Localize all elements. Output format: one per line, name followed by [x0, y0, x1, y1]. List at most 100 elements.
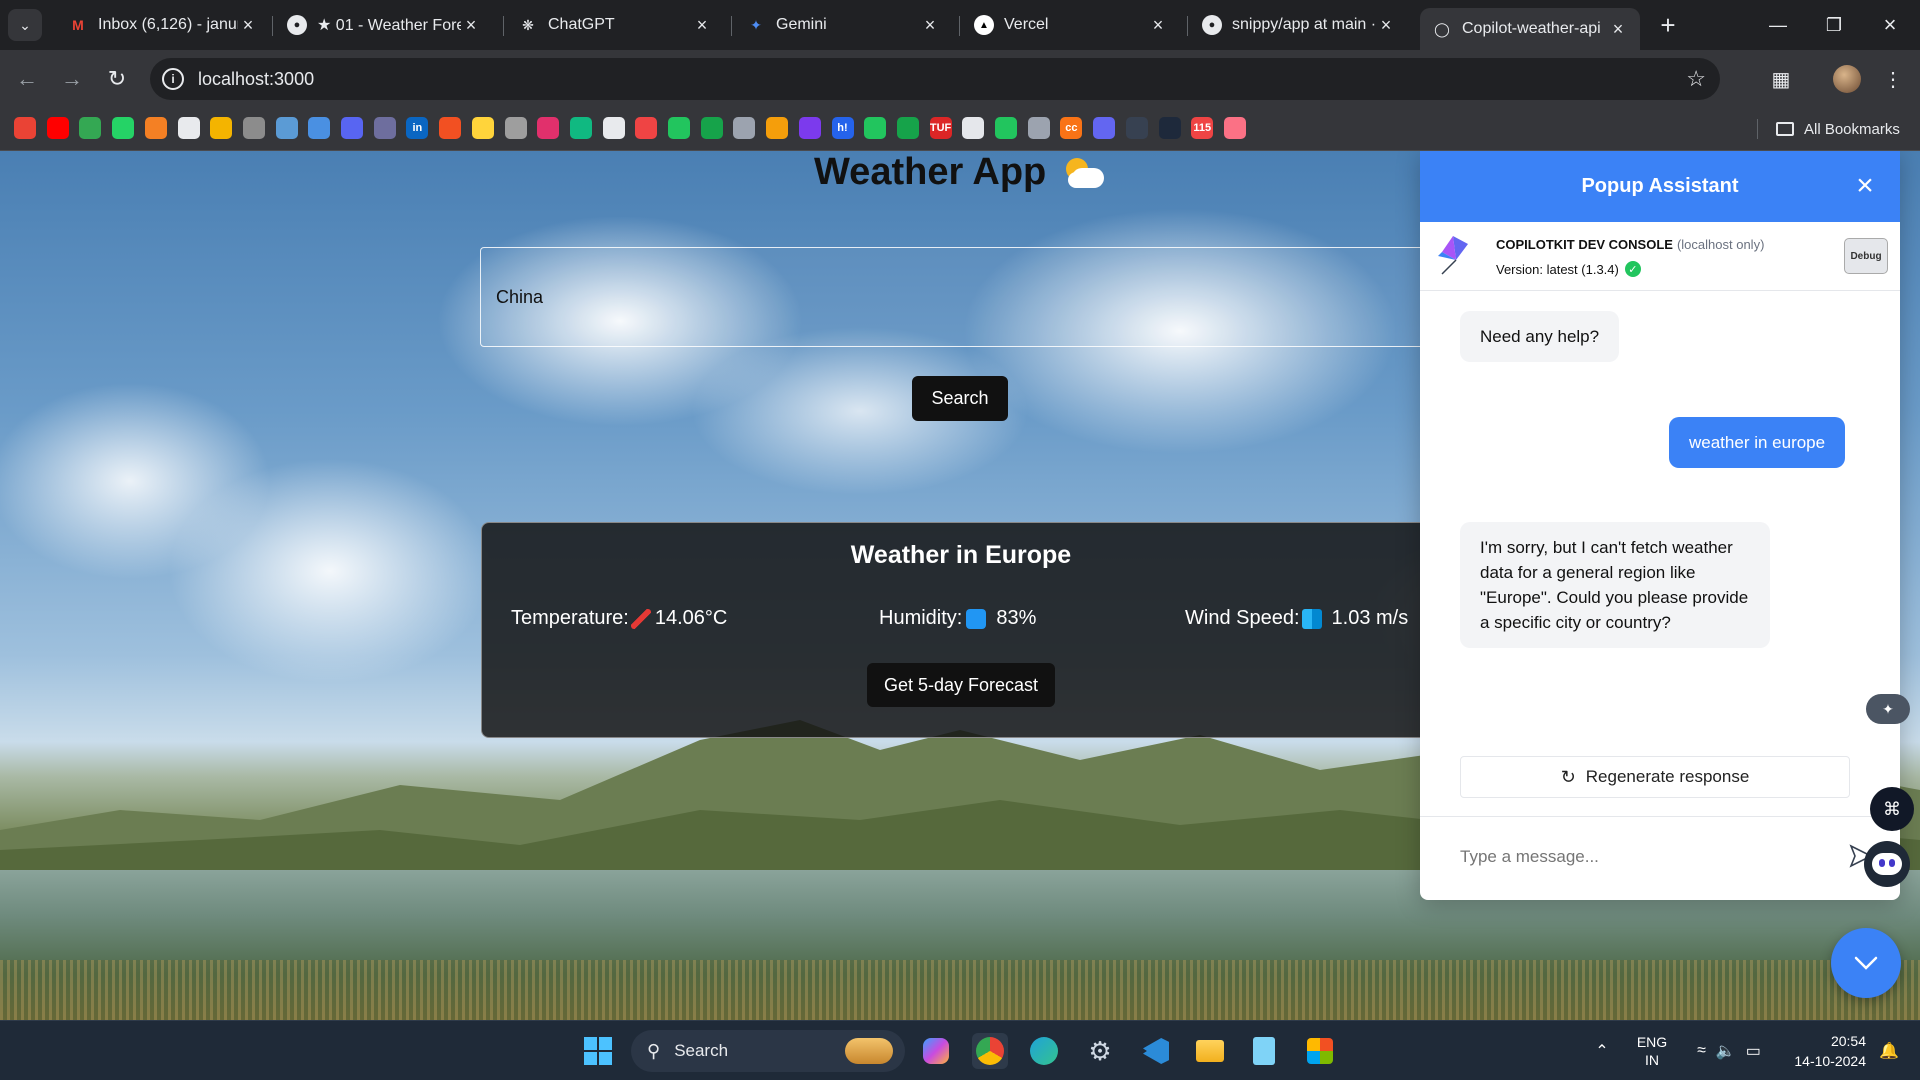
bookmark-profile-h-icon[interactable] [1158, 117, 1181, 139]
bookmark-whatsapp-icon[interactable] [112, 117, 135, 139]
close-icon[interactable]: × [1376, 15, 1396, 36]
clock-time: 20:54 [1830, 1033, 1866, 1049]
forecast-button[interactable]: Get 5-day Forecast [867, 663, 1055, 707]
close-icon[interactable]: × [1850, 171, 1880, 201]
bookmark-contact-icon[interactable] [504, 117, 527, 139]
clock[interactable]: 20:54 14-10-2024 [1782, 1021, 1866, 1080]
forward-button[interactable]: → [55, 62, 89, 96]
bookmark-red-r-icon[interactable] [635, 117, 658, 139]
file-explorer-icon[interactable] [1192, 1033, 1228, 1069]
close-icon[interactable]: × [1148, 15, 1168, 36]
chrome-icon[interactable] [972, 1033, 1008, 1069]
chat-launcher-button[interactable] [1831, 928, 1901, 998]
store-icon[interactable] [1302, 1033, 1338, 1069]
bookmark-framer-icon[interactable] [602, 117, 625, 139]
tab-copilot-weather[interactable]: ◯ Copilot-weather-api × [1420, 8, 1640, 50]
bookmark-ai-icon[interactable] [471, 117, 494, 139]
search-button[interactable]: Search [912, 376, 1008, 421]
dev-console-subtitle: (localhost only) [1676, 237, 1765, 252]
settings-gear-icon[interactable]: ⚙ [1082, 1033, 1118, 1069]
bookmark-plus-green-icon[interactable] [700, 117, 723, 139]
bookmark-instagram-icon[interactable] [537, 117, 560, 139]
bookmark-chat-icon[interactable] [668, 117, 690, 139]
tab-chatgpt[interactable]: ❋ ChatGPT × [506, 8, 724, 42]
bookmark-dark-globe-icon[interactable] [1125, 117, 1148, 139]
copilot-icon[interactable] [918, 1033, 954, 1069]
bookmark-circle-icon[interactable] [373, 117, 396, 139]
bookmark-c-blue-icon[interactable] [1093, 117, 1116, 139]
bookmark-hashnode-icon[interactable]: h! [831, 117, 854, 139]
vscode-icon[interactable] [1138, 1033, 1174, 1069]
bookmark-microsoft-icon[interactable] [439, 117, 462, 139]
tab-gemini[interactable]: ✦ Gemini × [734, 8, 952, 42]
edge-icon[interactable] [1026, 1033, 1062, 1069]
bookmark-badge-115-icon[interactable]: 115 [1191, 117, 1214, 139]
taskbar-search-label: Search [674, 1041, 729, 1060]
magic-wand-button[interactable]: ✦ [1866, 694, 1910, 724]
bookmark-plus-green-2-icon[interactable] [896, 117, 919, 139]
start-button[interactable] [580, 1033, 616, 1069]
bookmark-screen-icon[interactable] [341, 117, 363, 139]
close-icon[interactable]: × [238, 15, 258, 36]
system-tray[interactable]: ≈ 🔈 ▭ [1684, 1021, 1774, 1080]
bookmark-tuf-icon[interactable]: TUF [929, 117, 952, 139]
regenerate-button[interactable]: ↻ Regenerate response [1460, 756, 1850, 798]
dev-console-bar: COPILOTKIT DEV CONSOLE (localhost only) V… [1420, 222, 1900, 291]
bookmark-globe-2-icon[interactable] [1027, 117, 1050, 139]
city-search-input[interactable] [480, 247, 1480, 347]
close-icon[interactable]: × [1608, 19, 1628, 40]
bookmark-cloud-icon[interactable] [308, 117, 331, 139]
close-icon[interactable]: × [692, 15, 712, 36]
bookmark-linkedin-icon[interactable]: in [406, 117, 429, 139]
bookmark-pause-icon[interactable] [962, 117, 985, 139]
wind-icon [1301, 608, 1322, 629]
bookmark-youtube-icon[interactable] [46, 117, 69, 139]
extensions-icon[interactable]: ▦ [1764, 62, 1798, 96]
address-bar[interactable]: i localhost:3000 ☆ [150, 58, 1720, 100]
taskbar-search[interactable]: ⚲ Search [631, 1030, 905, 1072]
close-icon[interactable]: × [461, 15, 481, 36]
bookmark-scribble-icon[interactable] [210, 117, 233, 139]
notification-bell-icon[interactable]: 🔔 [1874, 1021, 1904, 1080]
new-tab-button[interactable]: + [1652, 9, 1684, 41]
bookmark-diamond-icon[interactable] [569, 117, 592, 139]
minimize-button[interactable]: — [1752, 0, 1804, 50]
bookmark-ethereum-icon[interactable] [242, 117, 265, 139]
tab-github-weather[interactable]: ● ★ 01 - Weather Forec × [275, 8, 493, 42]
tab-search-button[interactable]: ⌄ [8, 9, 42, 41]
window-close-button[interactable]: × [1864, 0, 1916, 50]
site-info-icon[interactable]: i [162, 68, 184, 90]
popup-assistant: Popup Assistant × COPILOTKIT DEV CONSOLE… [1420, 151, 1900, 900]
bookmark-glasses-icon[interactable] [995, 117, 1017, 139]
bookmark-vt-icon[interactable] [798, 117, 821, 139]
command-grid-button[interactable]: ⌘ [1870, 787, 1914, 831]
bookmark-leaf-icon[interactable] [864, 117, 887, 139]
back-button[interactable]: ← [10, 62, 44, 96]
bot-button[interactable] [1864, 841, 1910, 887]
notepad-icon[interactable] [1246, 1033, 1282, 1069]
message-input[interactable] [1460, 837, 1840, 877]
debug-button[interactable]: Debug [1844, 238, 1888, 274]
tab-gmail[interactable]: M Inbox (6,126) - janum × [56, 8, 270, 42]
restore-button[interactable]: ❐ [1808, 0, 1860, 50]
bookmark-globe-icon[interactable] [733, 117, 756, 139]
bookmark-cc-icon[interactable]: cc [1060, 117, 1083, 139]
tray-chevron-up-icon[interactable]: ⌃ [1586, 1021, 1618, 1080]
bookmark-chart-icon[interactable] [275, 117, 298, 139]
all-bookmarks-button[interactable]: All Bookmarks [1776, 117, 1900, 141]
menu-kebab-icon[interactable]: ⋮ [1876, 62, 1910, 96]
bookmark-stack-icon[interactable] [144, 117, 167, 139]
bookmark-github-icon[interactable] [177, 117, 200, 139]
close-icon[interactable]: × [920, 15, 940, 36]
reload-button[interactable]: ↻ [100, 62, 134, 96]
bookmark-gmail-icon[interactable] [14, 117, 36, 139]
bookmark-smile-icon[interactable] [1223, 117, 1246, 139]
profile-button[interactable] [1830, 62, 1864, 96]
tab-github-snippy[interactable]: ● snippy/app at main · × [1190, 8, 1408, 42]
bookmark-maps-icon[interactable] [79, 117, 102, 139]
bookmark-star-icon[interactable]: ☆ [1686, 66, 1706, 92]
language-indicator[interactable]: ENG IN [1628, 1021, 1676, 1080]
humidity-label: Humidity: [879, 607, 963, 629]
bookmark-hand-icon[interactable] [766, 117, 789, 139]
tab-vercel[interactable]: ▲ Vercel × [962, 8, 1180, 42]
